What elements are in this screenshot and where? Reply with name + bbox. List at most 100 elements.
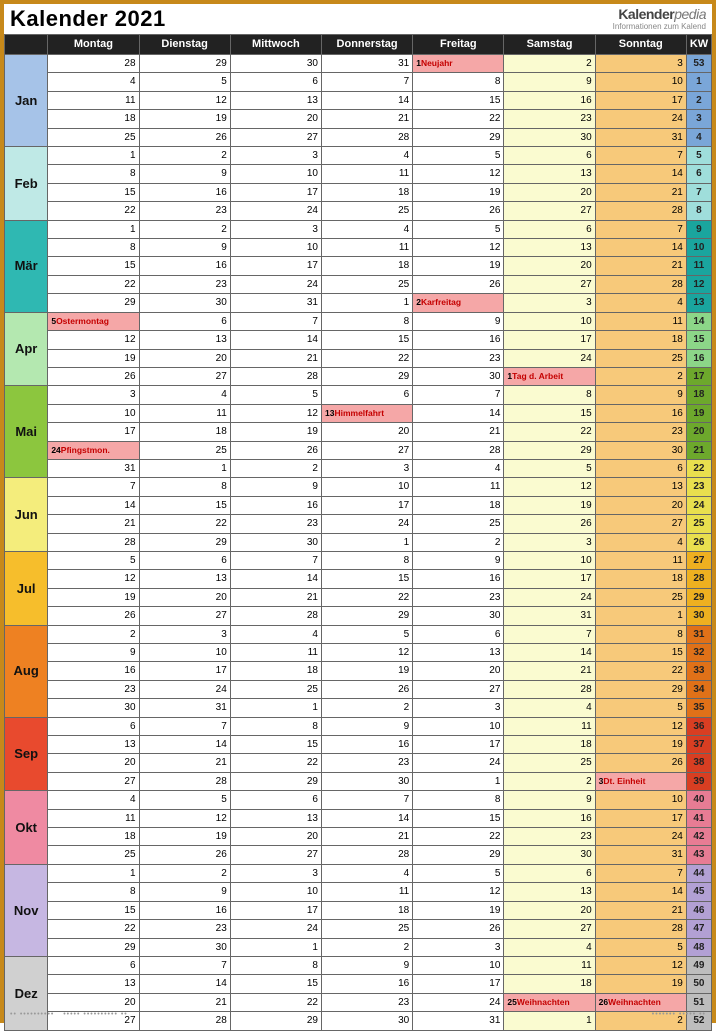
day-cell: 5 xyxy=(595,699,686,717)
week-row: Dez678910111249 xyxy=(5,956,712,974)
month-label-Okt: Okt xyxy=(5,791,48,865)
day-cell: 2 xyxy=(504,772,595,790)
day-cell: 12 xyxy=(413,883,504,901)
day-cell: 31 xyxy=(595,846,686,864)
day-cell: 30 xyxy=(139,294,230,312)
brand: Kalenderpedia Informationen zum Kalend xyxy=(613,6,706,31)
day-cell: 27 xyxy=(230,846,321,864)
day-cell: 26 xyxy=(413,202,504,220)
day-cell: 13 xyxy=(230,91,321,109)
day-cell: 23 xyxy=(48,680,139,698)
day-cell: 26 xyxy=(321,680,412,698)
day-cell: 7 xyxy=(321,73,412,91)
day-cell: 28 xyxy=(139,772,230,790)
col-sonntag: Sonntag xyxy=(595,35,686,55)
kw-cell: 4 xyxy=(686,128,711,146)
holiday-cell: 5Ostermontag xyxy=(48,312,139,330)
kw-cell: 32 xyxy=(686,644,711,662)
day-cell: 16 xyxy=(321,975,412,993)
col-kw: KW xyxy=(686,35,711,55)
kw-cell: 46 xyxy=(686,901,711,919)
day-cell: 4 xyxy=(48,73,139,91)
day-cell: 8 xyxy=(321,312,412,330)
month-label-Apr: Apr xyxy=(5,312,48,386)
day-cell: 6 xyxy=(504,864,595,882)
day-cell: 22 xyxy=(48,275,139,293)
day-cell: 3 xyxy=(504,294,595,312)
day-cell: 19 xyxy=(48,588,139,606)
kw-cell: 47 xyxy=(686,920,711,938)
day-cell: 7 xyxy=(230,551,321,569)
day-cell: 23 xyxy=(504,110,595,128)
day-cell: 5 xyxy=(230,386,321,404)
day-cell: 18 xyxy=(413,496,504,514)
day-cell: 3 xyxy=(230,864,321,882)
day-cell: 26 xyxy=(230,441,321,459)
day-cell: 3 xyxy=(230,147,321,165)
kw-cell: 34 xyxy=(686,680,711,698)
table-header: MontagDienstagMittwochDonnerstagFreitagS… xyxy=(5,35,712,55)
day-cell: 5 xyxy=(413,864,504,882)
day-cell: 16 xyxy=(48,662,139,680)
week-row: 2526272829303143 xyxy=(5,846,712,864)
kw-cell: 30 xyxy=(686,607,711,625)
day-cell: 14 xyxy=(504,644,595,662)
day-cell: 21 xyxy=(230,349,321,367)
kw-cell: 35 xyxy=(686,699,711,717)
kw-cell: 45 xyxy=(686,883,711,901)
kw-cell: 9 xyxy=(686,220,711,238)
day-cell: 3 xyxy=(230,220,321,238)
day-cell: 9 xyxy=(48,644,139,662)
day-cell: 23 xyxy=(139,275,230,293)
day-cell: 15 xyxy=(230,975,321,993)
holiday-cell: 2Karfreitag xyxy=(413,294,504,312)
day-cell: 14 xyxy=(230,331,321,349)
day-cell: 12 xyxy=(504,478,595,496)
day-cell: 22 xyxy=(413,110,504,128)
day-cell: 31 xyxy=(504,607,595,625)
day-cell: 13 xyxy=(139,331,230,349)
day-cell: 5 xyxy=(48,551,139,569)
day-cell: 6 xyxy=(321,386,412,404)
day-cell: 29 xyxy=(139,533,230,551)
day-cell: 25 xyxy=(48,846,139,864)
day-cell: 24 xyxy=(504,349,595,367)
day-cell: 23 xyxy=(595,423,686,441)
day-cell: 4 xyxy=(230,625,321,643)
day-cell: 17 xyxy=(139,662,230,680)
day-cell: 7 xyxy=(48,478,139,496)
day-cell: 28 xyxy=(230,607,321,625)
day-cell: 21 xyxy=(413,423,504,441)
day-cell: 11 xyxy=(230,644,321,662)
kw-cell: 24 xyxy=(686,496,711,514)
day-cell: 20 xyxy=(595,496,686,514)
brand-tagline: Informationen zum Kalend xyxy=(613,22,706,31)
day-cell: 11 xyxy=(48,809,139,827)
day-cell: 20 xyxy=(48,993,139,1011)
day-cell: 14 xyxy=(321,809,412,827)
day-cell: 19 xyxy=(413,901,504,919)
week-row: 252627282930314 xyxy=(5,128,712,146)
day-cell: 16 xyxy=(413,570,504,588)
day-cell: 12 xyxy=(230,404,321,422)
day-cell: 25 xyxy=(321,920,412,938)
kw-cell: 40 xyxy=(686,791,711,809)
day-cell: 12 xyxy=(139,91,230,109)
day-cell: 11 xyxy=(139,404,230,422)
day-cell: 20 xyxy=(413,662,504,680)
day-cell: 26 xyxy=(595,754,686,772)
day-cell: 4 xyxy=(504,699,595,717)
day-cell: 22 xyxy=(230,993,321,1011)
day-cell: 3 xyxy=(48,386,139,404)
day-cell: 13 xyxy=(504,239,595,257)
day-cell: 27 xyxy=(321,441,412,459)
day-cell: 2 xyxy=(321,699,412,717)
day-cell: 22 xyxy=(321,588,412,606)
week-row: 1617181920212233 xyxy=(5,662,712,680)
day-cell: 5 xyxy=(321,625,412,643)
day-cell: 29 xyxy=(595,680,686,698)
holiday-cell: 1Neujahr xyxy=(413,55,504,73)
day-cell: 7 xyxy=(321,791,412,809)
kw-cell: 39 xyxy=(686,772,711,790)
day-cell: 19 xyxy=(413,257,504,275)
